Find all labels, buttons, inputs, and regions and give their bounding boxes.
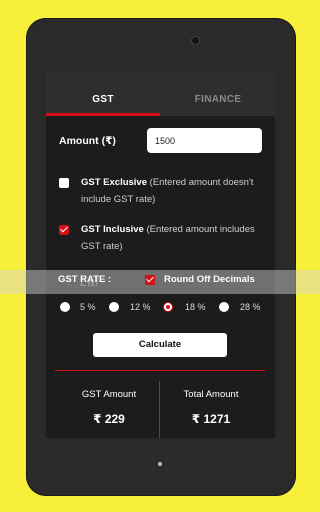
results-divider xyxy=(55,370,265,371)
amount-label: Amount (₹) xyxy=(59,135,116,147)
tab-finance[interactable]: FINANCE xyxy=(161,72,275,116)
rate-label-12: 12 % xyxy=(130,302,151,312)
rate-radio-28[interactable] xyxy=(219,302,229,312)
rate-radio-12[interactable] xyxy=(109,302,119,312)
gst-inclusive-title: GST Inclusive xyxy=(81,224,144,235)
tab-bar: GST FINANCE xyxy=(46,72,275,116)
amount-input[interactable] xyxy=(147,128,262,153)
total-amount-value: ₹ 1271 xyxy=(191,412,231,426)
camera-icon xyxy=(191,36,200,45)
rate-label-5: 5 % xyxy=(80,302,96,312)
gst-inclusive-text: GST Inclusive (Entered amount includes G… xyxy=(81,221,261,255)
rate-label-28: 28 % xyxy=(240,302,261,312)
tab-gst[interactable]: GST xyxy=(46,72,160,116)
gst-exclusive-text: GST Exclusive (Entered amount doesn't in… xyxy=(81,174,261,208)
gst-exclusive-checkbox[interactable] xyxy=(59,178,69,188)
rate-label-18: 18 % xyxy=(185,302,206,312)
gst-exclusive-title: GST Exclusive xyxy=(81,177,148,188)
gst-rate-label: GST RATE : xyxy=(58,274,112,285)
total-amount-label: Total Amount xyxy=(183,389,239,400)
rate-radio-18[interactable] xyxy=(163,302,173,312)
gst-inclusive-checkbox[interactable] xyxy=(59,225,69,235)
round-off-label: Round Off Decimals xyxy=(164,274,255,285)
round-off-checkbox[interactable] xyxy=(145,275,155,285)
gst-amount-value: ₹ 229 xyxy=(93,412,125,426)
overlay-banner: Lal xyxy=(0,270,320,294)
gst-amount-label: GST Amount xyxy=(81,389,137,400)
calculate-button[interactable]: Calculate xyxy=(93,333,227,357)
results-separator xyxy=(159,381,160,438)
app-screen: GST FINANCE Amount (₹) GST Exclusive (En… xyxy=(46,72,275,438)
home-indicator xyxy=(158,462,162,466)
active-tab-indicator xyxy=(46,113,160,116)
rate-radio-5[interactable] xyxy=(60,302,70,312)
